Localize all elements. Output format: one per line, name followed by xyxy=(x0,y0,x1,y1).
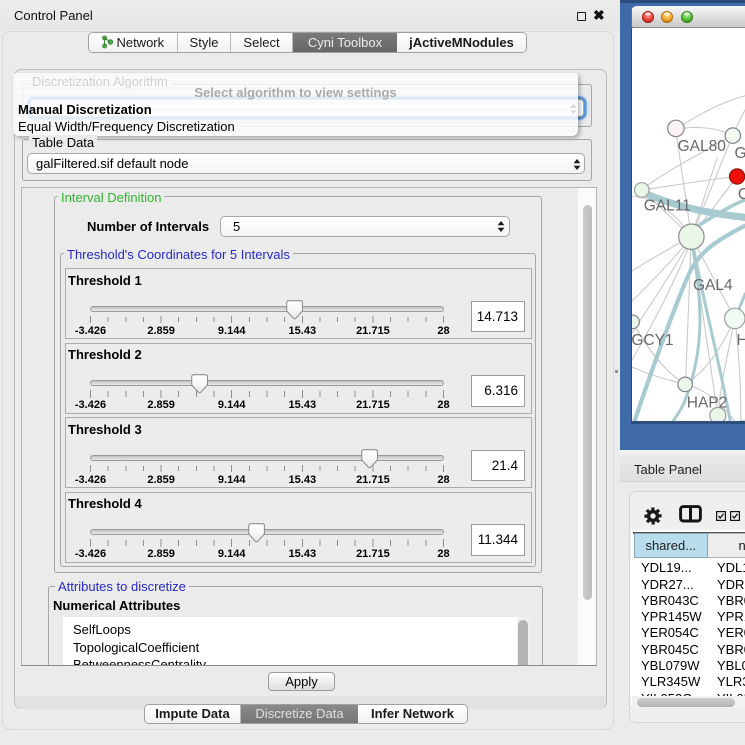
svg-text:GAL4: GAL4 xyxy=(693,277,733,294)
svg-text:GA: GA xyxy=(734,145,745,162)
svg-text:GAL80: GAL80 xyxy=(677,138,726,155)
svg-text:HI: HI xyxy=(736,332,745,349)
svg-text:GAL11: GAL11 xyxy=(643,197,690,214)
svg-text:GCY1: GCY1 xyxy=(632,332,674,349)
svg-text:HAP2: HAP2 xyxy=(686,394,727,411)
svg-text:CY: CY xyxy=(737,186,745,203)
